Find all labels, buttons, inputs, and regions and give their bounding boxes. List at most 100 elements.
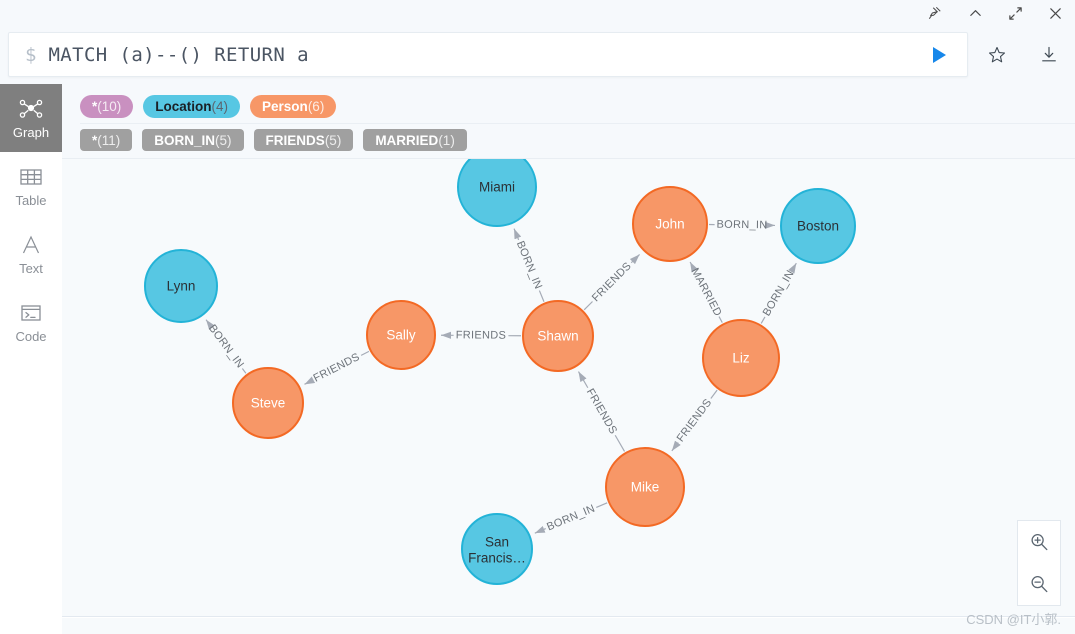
legend-chip-count: (10) [97, 99, 122, 114]
legend-chip-label: Location [155, 99, 212, 114]
window-controls [925, 0, 1065, 26]
legend-chip-person[interactable]: Person (6) [250, 95, 337, 118]
graph-edge[interactable]: BORN_IN [513, 228, 545, 302]
edge-label: FRIENDS [456, 329, 506, 341]
edge-label: MARRIED [689, 266, 724, 318]
legend-chip-count: (11) [97, 132, 121, 148]
graph-edge[interactable]: BORN_IN [534, 502, 608, 534]
edge-label: FRIENDS [675, 397, 715, 445]
legend-chip-all-nodes[interactable]: * (10) [80, 95, 134, 118]
canvas-footer-strip [62, 618, 1075, 634]
zoom-in-button[interactable] [1018, 521, 1060, 563]
pin-icon[interactable] [925, 3, 945, 23]
legend-chip-all-rels[interactable]: * (11) [80, 129, 133, 151]
sidebar-item-table[interactable]: Table [0, 152, 62, 220]
node-label: Mike [631, 480, 660, 495]
edge-line-segment [788, 262, 797, 274]
node-label: Liz [732, 351, 750, 366]
legend-node-labels: * (10) Location (4) Person (6) [80, 90, 1075, 123]
edge-line-segment [360, 350, 370, 356]
edge-line-segment [241, 368, 247, 374]
sidebar-item-text[interactable]: Text [0, 220, 62, 288]
graph-node[interactable]: Steve [232, 367, 304, 439]
edge-line-segment [710, 389, 718, 399]
node-label: San [485, 535, 509, 550]
close-icon[interactable] [1045, 3, 1065, 23]
legend-panel: * (10) Location (4) Person (6) * (11) BORN_I… [62, 84, 1075, 158]
expand-icon[interactable] [1005, 3, 1025, 23]
legend-chip-friends[interactable]: FRIENDS (5) [253, 129, 354, 151]
graph-edge[interactable]: FRIENDS [583, 253, 641, 311]
edge-line-segment [583, 301, 593, 311]
edge-line-segment [596, 502, 608, 508]
edge-line-segment [304, 376, 316, 385]
edge-line-segment [760, 316, 766, 324]
graph-node[interactable]: Shawn [522, 300, 594, 372]
graph-node[interactable]: Boston [780, 188, 856, 264]
graph-edge[interactable]: FRIENDS [577, 371, 626, 452]
run-query-button[interactable] [925, 42, 953, 68]
sidebar-item-graph[interactable]: Graph [0, 84, 62, 152]
graph-node[interactable]: Mike [605, 447, 685, 527]
sidebar-label-code: Code [15, 329, 47, 344]
legend-chip-label: BORN_IN [154, 132, 216, 148]
edge-label: BORN_IN [206, 322, 246, 370]
sidebar-item-code[interactable]: Code [0, 288, 62, 356]
graph-edge[interactable]: FRIENDS [440, 329, 522, 342]
graph-edge[interactable]: FRIENDS [671, 389, 718, 452]
table-icon [19, 164, 43, 190]
legend-chip-count: (5) [324, 132, 342, 148]
download-icon[interactable] [1037, 43, 1061, 67]
legend-chip-label: Person [262, 99, 308, 114]
edge-line-segment [614, 434, 626, 452]
graph-edge[interactable]: BORN_IN [760, 262, 797, 324]
graph-edge[interactable]: BORN_IN [205, 319, 247, 374]
graph-node[interactable]: Miami [457, 159, 537, 227]
query-input[interactable]: MATCH (a)--() RETURN a [48, 44, 308, 66]
legend-chip-location[interactable]: Location (4) [143, 95, 241, 118]
graph-icon [18, 96, 44, 122]
graph-edge[interactable]: FRIENDS [304, 350, 370, 385]
graph-canvas[interactable]: BORN_IN FRIENDS FRIENDS BORN_IN MARRIED BORN_… [62, 158, 1075, 617]
prompt-symbol: $ [25, 43, 37, 66]
favorite-star-icon[interactable] [985, 43, 1009, 67]
view-mode-sidebar: Graph Table Text Code [0, 84, 62, 634]
node-label: Steve [251, 396, 286, 411]
edge-label: BORN_IN [716, 219, 767, 232]
node-label: Miami [479, 180, 515, 195]
query-editor[interactable]: $ MATCH (a)--() RETURN a [8, 32, 968, 77]
sidebar-label-table: Table [15, 193, 47, 208]
legend-chip-count: (6) [307, 99, 325, 114]
node-label: Francis… [468, 551, 526, 566]
sidebar-footer-spacer [0, 617, 62, 634]
edge-line-segment [538, 290, 545, 302]
graph-edge[interactable]: MARRIED [689, 261, 724, 323]
legend-chip-label: FRIENDS [265, 132, 325, 148]
edge-line-segment [629, 253, 641, 265]
graph-node[interactable]: Lynn [144, 249, 218, 323]
collapse-icon[interactable] [965, 3, 985, 23]
zoom-out-button[interactable] [1018, 563, 1060, 605]
edge-line-segment [534, 525, 546, 534]
node-label: Boston [797, 219, 839, 234]
edge-label: FRIENDS [584, 387, 620, 437]
edge-label: FRIENDS [312, 351, 362, 385]
graph-visualization[interactable]: BORN_IN FRIENDS FRIENDS BORN_IN MARRIED BORN_… [62, 159, 1075, 617]
sidebar-label-graph: Graph [12, 125, 50, 140]
graph-node[interactable]: Liz [702, 319, 780, 397]
graph-node[interactable]: John [632, 186, 708, 262]
neo4j-browser-result-frame: $ MATCH (a)--() RETURN a Graph Table Tex… [0, 0, 1075, 634]
legend-chip-born-in[interactable]: BORN_IN (5) [142, 129, 244, 151]
text-icon [20, 232, 42, 258]
node-label: Sally [386, 328, 416, 343]
graph-node[interactable]: SanFrancis… [461, 513, 533, 585]
zoom-controls [1017, 520, 1061, 606]
graph-node[interactable]: Sally [366, 300, 436, 370]
legend-chip-married[interactable]: MARRIED (1) [363, 129, 467, 151]
edge-label: BORN_IN [761, 268, 797, 318]
node-label: Lynn [167, 279, 196, 294]
node-label: Shawn [537, 329, 578, 344]
edge-label: BORN_IN [545, 503, 597, 534]
edge-line-segment [513, 228, 522, 241]
graph-edge[interactable]: BORN_IN [708, 219, 776, 232]
